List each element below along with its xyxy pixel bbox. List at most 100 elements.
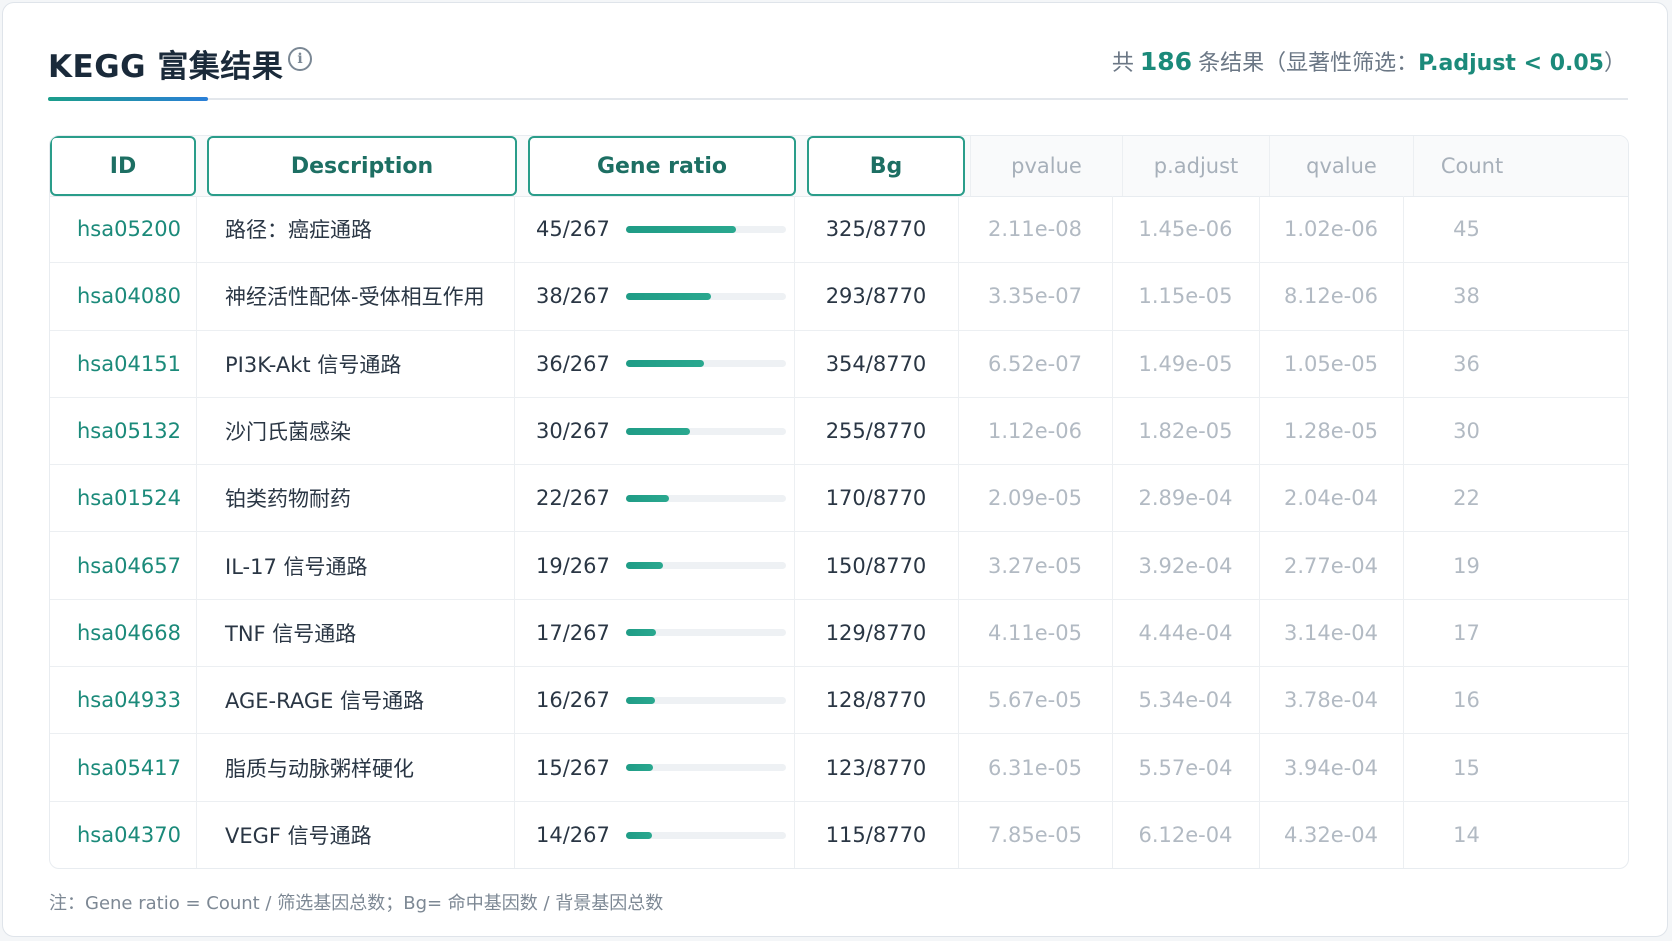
background-ratio: 255/8770 <box>825 419 927 444</box>
padjust-cell: 3.92e-04 <box>1138 553 1233 578</box>
qvalue-cell: 2.04e-04 <box>1284 486 1378 511</box>
count-cell: 45 <box>1453 217 1480 242</box>
gene-ratio-cell: 17/267 <box>514 600 794 666</box>
gene-ratio-text: 30/267 <box>536 419 610 444</box>
pvalue-cell: 6.31e-05 <box>988 755 1082 780</box>
gene-ratio-cell: 30/267 <box>514 398 794 464</box>
column-header-gene-ratio[interactable]: Gene ratio <box>528 136 796 196</box>
table-row[interactable]: hsa04933 AGE-RAGE 信号通路 16/267 128/8770 5.67e… <box>50 667 1628 735</box>
background-ratio: 170/8770 <box>825 486 927 511</box>
table-body: hsa05200 路径：癌症通路 45/267 325/8770 2.11e-08 1.4… <box>50 196 1628 868</box>
gene-ratio-bar-fill <box>626 360 705 368</box>
column-header-bg[interactable]: Bg <box>807 136 965 196</box>
padjust-cell: 6.12e-04 <box>1138 823 1233 848</box>
pathway-id-link[interactable]: hsa01524 <box>50 465 196 531</box>
gene-ratio-text: 22/267 <box>536 486 610 511</box>
gene-ratio-cell: 15/267 <box>514 734 794 800</box>
qvalue-cell: 1.28e-05 <box>1284 419 1378 444</box>
pathway-description: 路径：癌症通路 <box>225 218 372 243</box>
pathway-description: IL-17 信号通路 <box>225 554 368 579</box>
gene-ratio-bar-fill <box>626 764 654 772</box>
summary-close: ） <box>1603 51 1626 76</box>
pvalue-cell: 5.67e-05 <box>988 688 1082 713</box>
column-header-id[interactable]: ID <box>50 136 196 196</box>
pathway-id-link[interactable]: hsa04657 <box>50 532 196 598</box>
pathway-description: 神经活性配体-受体相互作用 <box>225 285 485 310</box>
count-cell: 16 <box>1453 688 1480 713</box>
padjust-cell: 2.89e-04 <box>1138 486 1233 511</box>
gene-ratio-bar <box>626 696 786 704</box>
pathway-description: TNF 信号通路 <box>225 621 357 646</box>
pathway-id-link[interactable]: hsa05417 <box>50 734 196 800</box>
column-header-description[interactable]: Description <box>207 136 517 196</box>
gene-ratio-bar <box>626 764 786 772</box>
gene-ratio-text: 38/267 <box>536 284 610 309</box>
info-icon[interactable]: i <box>288 47 312 71</box>
background-ratio: 115/8770 <box>825 823 927 848</box>
pathway-id-link[interactable]: hsa04933 <box>50 667 196 733</box>
qvalue-cell: 1.02e-06 <box>1284 217 1378 242</box>
table-row[interactable]: hsa05132 沙门氏菌感染 30/267 255/8770 1.12e-06 1.82… <box>50 397 1628 466</box>
gene-ratio-text: 14/267 <box>536 823 610 848</box>
gene-ratio-bar-fill <box>626 831 652 839</box>
count-cell: 30 <box>1453 419 1480 444</box>
gene-ratio-cell: 22/267 <box>514 465 794 531</box>
pvalue-cell: 4.11e-05 <box>988 620 1082 645</box>
background-ratio: 325/8770 <box>825 217 927 242</box>
pathway-id-link[interactable]: hsa04668 <box>50 600 196 666</box>
table-row[interactable]: hsa04151 PI3K-Akt 信号通路 36/267 354/8770 6.52e… <box>50 330 1628 398</box>
column-header-pvalue[interactable]: pvalue <box>970 136 1122 196</box>
pvalue-cell: 3.35e-07 <box>988 284 1082 309</box>
result-count: 186 <box>1139 47 1193 76</box>
table-row[interactable]: hsa01524 铂类药物耐药 22/267 170/8770 2.09e-05 2.89… <box>50 465 1628 533</box>
gene-ratio-bar-fill <box>626 427 690 435</box>
pathway-description: 铂类药物耐药 <box>225 487 351 512</box>
table-row[interactable]: hsa04080 神经活性配体-受体相互作用 38/267 293/8770 3.35e… <box>50 263 1628 331</box>
pathway-id-link[interactable]: hsa04370 <box>50 802 196 868</box>
gene-ratio-bar <box>626 629 786 637</box>
count-cell: 19 <box>1453 553 1480 578</box>
pathway-description: 沙门氏菌感染 <box>225 420 351 445</box>
pathway-id-link[interactable]: hsa04080 <box>50 263 196 329</box>
pathway-id-link[interactable]: hsa05132 <box>50 398 196 464</box>
table-row[interactable]: hsa05200 路径：癌症通路 45/267 325/8770 2.11e-08 1.4… <box>50 196 1628 264</box>
pvalue-cell: 2.09e-05 <box>988 486 1082 511</box>
count-cell: 15 <box>1453 755 1480 780</box>
gene-ratio-bar <box>626 292 786 300</box>
padjust-cell: 5.57e-04 <box>1138 755 1233 780</box>
pvalue-cell: 2.11e-08 <box>988 217 1082 242</box>
gene-ratio-bar <box>626 494 786 502</box>
table-row[interactable]: hsa04657 IL-17 信号通路 19/267 150/8770 3.27e-05… <box>50 532 1628 600</box>
gene-ratio-text: 17/267 <box>536 620 610 645</box>
background-ratio: 129/8770 <box>825 620 927 645</box>
header-divider <box>48 97 1628 101</box>
padjust-cell: 4.44e-04 <box>1138 620 1233 645</box>
kegg-results-table: ID Description Gene ratio Bg pvalue p.ad… <box>49 135 1629 869</box>
pathway-id-link[interactable]: hsa04151 <box>50 331 196 397</box>
pvalue-cell: 3.27e-05 <box>988 553 1082 578</box>
gene-ratio-bar-fill <box>626 494 670 502</box>
pathway-description: PI3K-Akt 信号通路 <box>225 352 402 377</box>
table-row[interactable]: hsa04370 VEGF 信号通路 14/267 115/8770 7.85e-05 6… <box>50 801 1628 868</box>
gene-ratio-text: 16/267 <box>536 688 610 713</box>
gene-ratio-cell: 19/267 <box>514 532 794 598</box>
column-header-count[interactable]: Count <box>1413 136 1530 196</box>
gene-ratio-cell: 36/267 <box>514 331 794 397</box>
gene-ratio-text: 36/267 <box>536 351 610 376</box>
column-header-qvalue[interactable]: qvalue <box>1269 136 1413 196</box>
column-header-padjust[interactable]: p.adjust <box>1122 136 1269 196</box>
gene-ratio-bar-fill <box>626 562 663 570</box>
count-cell: 14 <box>1453 823 1480 848</box>
padjust-cell: 1.45e-06 <box>1138 217 1233 242</box>
gene-ratio-text: 19/267 <box>536 553 610 578</box>
gene-ratio-bar <box>626 831 786 839</box>
gene-ratio-cell: 38/267 <box>514 263 794 329</box>
significance-threshold: P.adjust < 0.05 <box>1418 51 1604 76</box>
table-row[interactable]: hsa05417 脂质与动脉粥样硬化 15/267 123/8770 6.31e-05 5… <box>50 734 1628 802</box>
count-cell: 38 <box>1453 284 1480 309</box>
background-ratio: 293/8770 <box>825 284 927 309</box>
pathway-id-link[interactable]: hsa05200 <box>50 196 196 262</box>
table-row[interactable]: hsa04668 TNF 信号通路 17/267 129/8770 4.11e-05 4.… <box>50 599 1628 668</box>
pathway-description: VEGF 信号通路 <box>225 824 372 849</box>
count-cell: 22 <box>1453 486 1480 511</box>
